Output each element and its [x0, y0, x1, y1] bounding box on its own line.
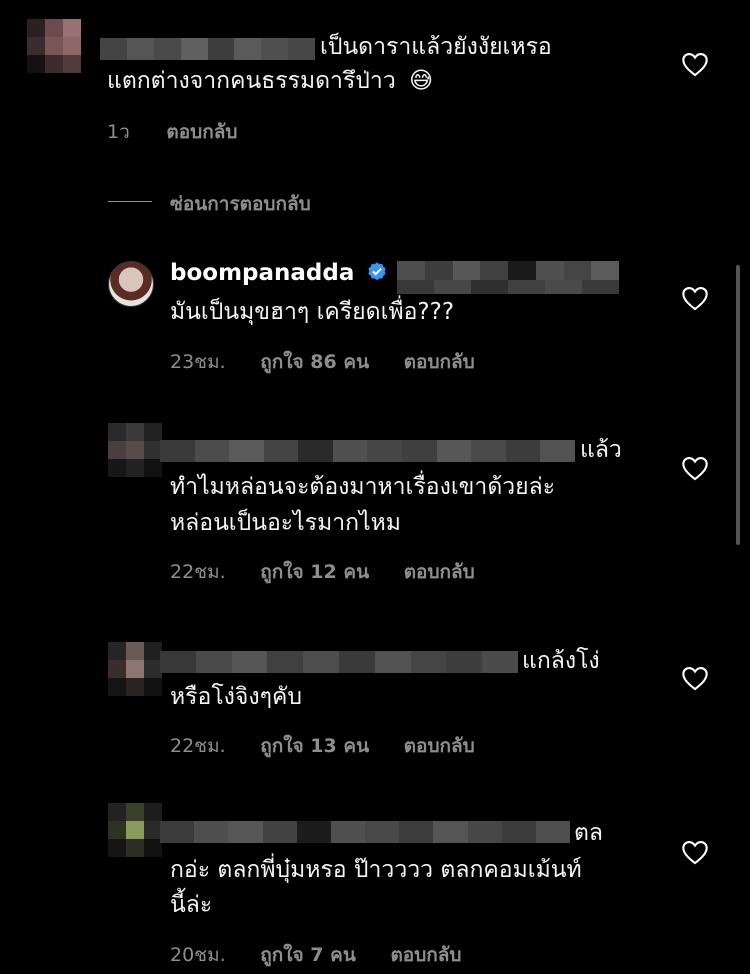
username[interactable]: boompanadda — [170, 260, 388, 286]
reply-button[interactable]: ตอบกลับ — [390, 944, 461, 966]
reply-meta: 23ชม. ถูกใจ 86 คน ตอบกลับ — [170, 347, 475, 377]
reply-text: มันเป็นมุขฮาๆ เครียดเพื่อ??? — [170, 299, 455, 325]
heart-icon[interactable] — [681, 455, 709, 481]
comment-text: เป็นดาราแล้วยังงัยเหรอ — [320, 34, 552, 60]
timestamp: 1ว — [107, 121, 130, 143]
reply-text-tail: ตล — [574, 820, 604, 846]
username-redacted — [100, 38, 315, 60]
reply-meta: 20ชม. ถูกใจ 7 คน ตอบกลับ — [170, 940, 462, 970]
heart-icon[interactable] — [681, 285, 709, 311]
username-redacted — [160, 440, 575, 462]
avatar[interactable] — [108, 261, 154, 307]
avatar[interactable] — [108, 803, 162, 857]
timestamp: 22ชม. — [170, 561, 226, 583]
likes-count-button[interactable]: ถูกใจ 13 คน — [260, 735, 369, 757]
scrollbar[interactable] — [736, 265, 740, 545]
avatar[interactable] — [108, 423, 162, 477]
reply-text: หรือโง่จิงๆคับ — [170, 684, 302, 710]
reply-text-tail: แล้ว — [580, 437, 622, 463]
reply-text: กอ่ะ ตลกพี่บุ๋มหรอ ป๊าวววว ตลกคอมเม้นท์ — [170, 857, 582, 883]
avatar[interactable] — [27, 19, 81, 73]
sweat-smile-emoji-icon: 😅 — [409, 68, 434, 94]
comment-text: แตกต่างจากคนธรรมดารึป่าว 😅 — [107, 64, 433, 98]
divider-line — [108, 201, 152, 202]
reply-button[interactable]: ตอบกลับ — [404, 351, 475, 373]
reply-meta: 22ชม. ถูกใจ 12 คน ตอบกลับ — [170, 557, 475, 587]
reply-button[interactable]: ตอบกลับ — [166, 121, 237, 143]
reply-text: หล่อนเป็นอะไรมากไหม — [170, 510, 401, 536]
heart-icon[interactable] — [681, 51, 709, 77]
reply-text: นี้ล่ะ — [170, 892, 213, 918]
verified-badge-icon — [368, 262, 386, 281]
username-redacted — [160, 651, 518, 673]
likes-count-button[interactable]: ถูกใจ 7 คน — [260, 944, 356, 966]
heart-icon[interactable] — [681, 665, 709, 691]
reply-text: ทำไมหล่อนจะต้องมาหาเรื่องเขาด้วยล่ะ — [170, 474, 556, 500]
likes-count-button[interactable]: ถูกใจ 86 คน — [260, 351, 369, 373]
heart-icon[interactable] — [681, 839, 709, 865]
text-redacted — [397, 280, 619, 294]
reply-meta: 22ชม. ถูกใจ 13 คน ตอบกลับ — [170, 731, 475, 761]
timestamp: 22ชม. — [170, 735, 226, 757]
likes-count-button[interactable]: ถูกใจ 12 คน — [260, 561, 369, 583]
reply-button[interactable]: ตอบกลับ — [404, 561, 475, 583]
comment-text-line2: แตกต่างจากคนธรรมดารึป่าว — [107, 68, 396, 94]
hide-replies-button[interactable]: ซ่อนการตอบกลับ — [170, 189, 311, 219]
reply-text-tail: แกล้งโง่ — [522, 648, 600, 674]
reply-button[interactable]: ตอบกลับ — [404, 735, 475, 757]
timestamp: 23ชม. — [170, 351, 226, 373]
timestamp: 20ชม. — [170, 944, 226, 966]
avatar[interactable] — [108, 642, 162, 696]
comment-meta: 1ว ตอบกลับ — [107, 117, 237, 147]
username-redacted — [160, 821, 571, 843]
